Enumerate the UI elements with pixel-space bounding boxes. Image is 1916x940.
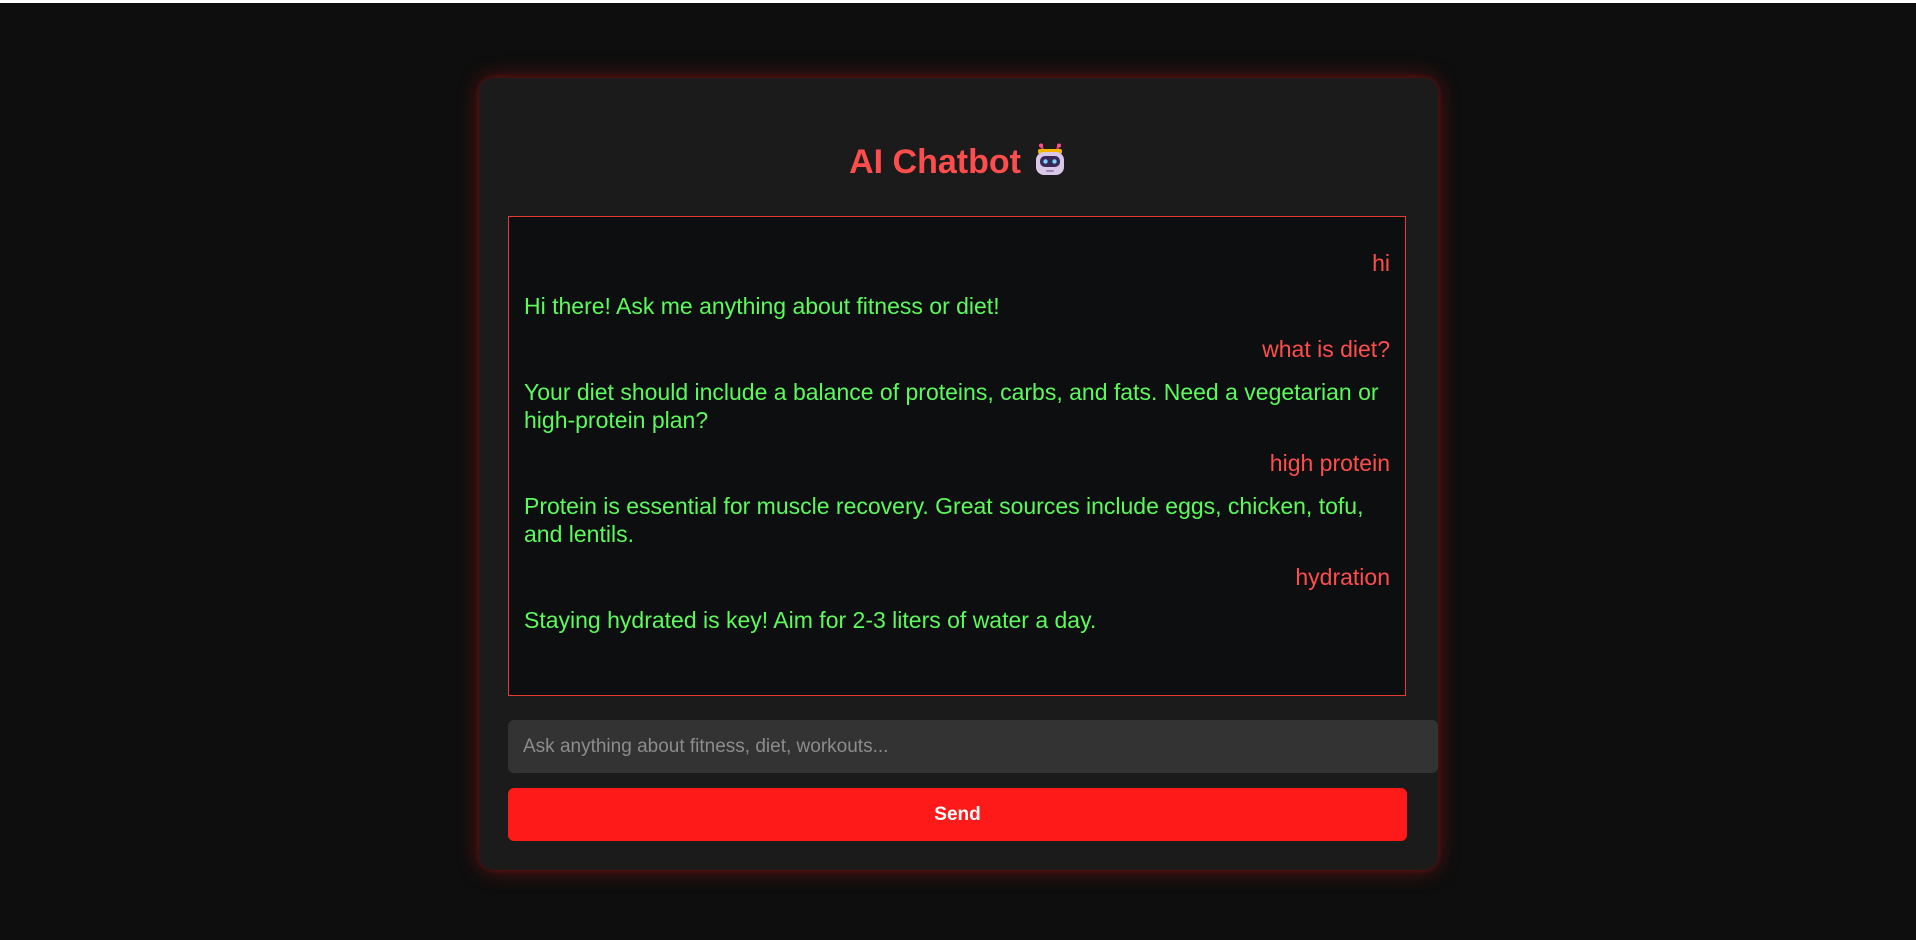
user-message: hi bbox=[1372, 250, 1390, 276]
bot-message: Hi there! Ask me anything about fitness … bbox=[524, 293, 1000, 319]
bot-message: Staying hydrated is key! Aim for 2-3 lit… bbox=[524, 607, 1097, 633]
user-message: what is diet? bbox=[1262, 336, 1390, 362]
user-message: high protein bbox=[1269, 450, 1390, 476]
message-input[interactable] bbox=[508, 720, 1438, 773]
top-edge-strip bbox=[0, 0, 1916, 3]
page-title: AI Chatbot bbox=[0, 142, 1916, 182]
send-button[interactable]: Send bbox=[508, 788, 1407, 841]
chat-messages-panel[interactable]: hi Hi there! Ask me anything about fitne… bbox=[508, 216, 1406, 696]
title-text: AI Chatbot bbox=[849, 143, 1021, 181]
robot-icon bbox=[1033, 143, 1067, 177]
user-message: hydration bbox=[1295, 564, 1390, 590]
bot-message: Protein is essential for muscle recovery… bbox=[524, 493, 1364, 547]
bot-message: Your diet should include a balance of pr… bbox=[524, 379, 1379, 433]
